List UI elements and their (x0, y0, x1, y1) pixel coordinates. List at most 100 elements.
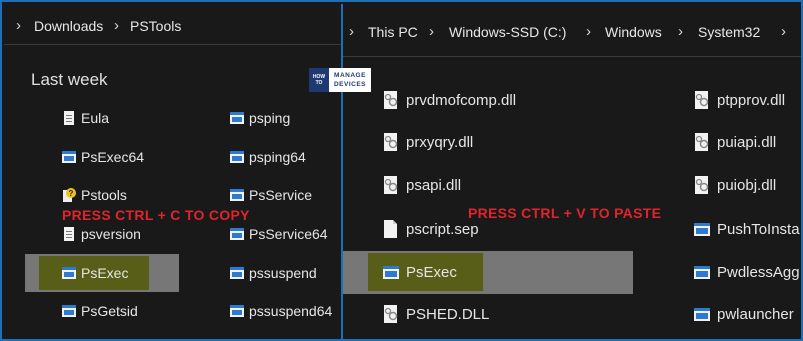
breadcrumb-downloads[interactable]: Downloads (34, 18, 103, 34)
file-item-psping[interactable]: psping (230, 107, 290, 129)
file-item-puiobj[interactable]: puiobj.dll (694, 174, 776, 196)
text-file-icon (64, 227, 74, 241)
exe-app-icon (62, 267, 76, 279)
breadcrumb-windows[interactable]: Windows (605, 24, 662, 40)
exe-app-icon (62, 305, 76, 317)
file-item-ptpprov[interactable]: ptpprov.dll (694, 89, 785, 111)
svg-text:?: ? (69, 189, 74, 198)
file-label: psping (249, 110, 291, 126)
breadcrumb-system32[interactable]: System32 (698, 24, 760, 40)
file-item-prvdmofcomp[interactable]: prvdmofcomp.dll (383, 89, 516, 111)
file-label: PsService (249, 187, 313, 203)
copy-instruction-annotation: PRESS CTRL + C TO COPY (62, 207, 250, 223)
breadcrumb-chevron-icon[interactable]: › (678, 23, 683, 40)
file-item-psexec-selected[interactable]: PsExec (62, 262, 128, 284)
blank-file-icon (384, 220, 397, 238)
file-label: PsExec64 (81, 149, 145, 165)
file-item-puiapi[interactable]: puiapi.dll (694, 131, 776, 153)
file-label: Pstools (81, 187, 127, 203)
logo-wordmark: MANAGE DEVICES (329, 71, 371, 89)
file-label: PSHED.DLL (406, 305, 490, 323)
dll-file-icon (384, 305, 398, 323)
left-explorer-pane: › Downloads › PSTools Last week Eula PsE… (4, 4, 341, 339)
exe-app-icon (230, 151, 244, 163)
logo-manage-text: MANAGE (334, 72, 366, 79)
breadcrumb-chevron-icon[interactable]: › (114, 17, 119, 34)
file-item-psservice[interactable]: PsService (230, 184, 312, 206)
dll-file-icon (384, 91, 398, 109)
file-label: Eula (81, 110, 110, 126)
file-label: prxyqry.dll (406, 133, 474, 151)
file-label: pscript.sep (406, 220, 479, 238)
file-item-pshed-dll[interactable]: PSHED.DLL (383, 303, 489, 325)
exe-app-icon (230, 267, 244, 279)
file-item-pwlauncher[interactable]: pwlauncher (694, 303, 794, 325)
exe-app-icon (230, 112, 244, 124)
breadcrumb-chevron-icon[interactable]: › (429, 23, 434, 40)
breadcrumb-chevron-icon[interactable]: › (349, 23, 354, 40)
file-label: PushToInsta (717, 220, 800, 238)
file-label: psping64 (249, 149, 306, 165)
file-label: PwdlessAgg (717, 263, 800, 281)
file-label: PsExec (406, 263, 457, 281)
file-item-psapi[interactable]: psapi.dll (383, 174, 461, 196)
breadcrumb-pstools[interactable]: PSTools (130, 18, 181, 34)
file-item-psexec-pasted[interactable]: PsExec (383, 261, 457, 283)
file-item-psping64[interactable]: psping64 (230, 146, 306, 168)
paste-instruction-annotation: PRESS CTRL + V TO PASTE (468, 205, 662, 221)
dll-file-icon (695, 176, 709, 194)
exe-app-icon (62, 151, 76, 163)
file-label: prvdmofcomp.dll (406, 91, 517, 109)
file-label: psapi.dll (406, 176, 462, 194)
screenshot-frame: › Downloads › PSTools Last week Eula PsE… (0, 0, 803, 341)
right-breadcrumb-bar: › This PC › Windows-SSD (C:) › Windows ›… (343, 4, 801, 57)
file-label: ptpprov.dll (717, 91, 786, 109)
breadcrumb-this-pc[interactable]: This PC (368, 24, 418, 40)
file-label: pwlauncher (717, 305, 794, 323)
file-item-pwdlessagg[interactable]: PwdlessAgg (694, 261, 800, 283)
help-file-icon: ? (63, 188, 76, 202)
file-label: PsService64 (249, 226, 328, 242)
file-item-psgetsid[interactable]: PsGetsid (62, 300, 138, 322)
file-label: pssuspend64 (249, 303, 333, 319)
dll-file-icon (695, 91, 709, 109)
right-explorer-pane: › This PC › Windows-SSD (C:) › Windows ›… (343, 4, 801, 339)
breadcrumb-windows-ssd[interactable]: Windows-SSD (C:) (449, 24, 566, 40)
file-item-pstools[interactable]: ? Pstools (62, 184, 127, 206)
exe-app-icon (230, 228, 244, 240)
breadcrumb-chevron-icon[interactable]: › (586, 23, 591, 40)
file-label: psversion (81, 226, 141, 242)
logo-badge: HOW TO (309, 68, 329, 92)
file-label: puiapi.dll (717, 133, 777, 151)
logo-to-text: TO (315, 80, 323, 86)
file-item-psservice64[interactable]: PsService64 (230, 223, 328, 245)
file-label: puiobj.dll (717, 176, 777, 194)
dll-file-icon (384, 176, 398, 194)
exe-app-icon (230, 189, 244, 201)
file-item-psexec64[interactable]: PsExec64 (62, 146, 144, 168)
file-item-pssuspend[interactable]: pssuspend (230, 262, 317, 284)
exe-app-icon (694, 266, 710, 279)
exe-app-icon (694, 223, 710, 236)
file-item-eula[interactable]: Eula (62, 107, 109, 129)
file-item-pushtoinsta[interactable]: PushToInsta (694, 218, 800, 240)
file-label: PsExec (81, 265, 129, 281)
file-label: pssuspend (249, 265, 317, 281)
file-item-prxyqry[interactable]: prxyqry.dll (383, 131, 473, 153)
left-breadcrumb-bar: › Downloads › PSTools (4, 4, 341, 45)
exe-app-icon (694, 308, 710, 321)
logo-devices-text: DEVICES (333, 81, 367, 88)
text-file-icon (64, 111, 74, 125)
exe-app-icon (230, 305, 244, 317)
breadcrumb-chevron-icon[interactable]: › (781, 23, 786, 40)
dll-file-icon (384, 133, 398, 151)
dll-file-icon (695, 133, 709, 151)
file-item-pscript-sep[interactable]: pscript.sep (383, 218, 479, 240)
breadcrumb-chevron-icon[interactable]: › (16, 17, 21, 34)
file-label: PsGetsid (81, 303, 138, 319)
exe-app-icon (383, 266, 399, 279)
group-header-last-week[interactable]: Last week (31, 70, 108, 90)
file-item-pssuspend64[interactable]: pssuspend64 (230, 300, 332, 322)
howtomanagedevices-logo: HOW TO MANAGE DEVICES (309, 68, 371, 92)
file-item-psversion[interactable]: psversion (62, 223, 141, 245)
